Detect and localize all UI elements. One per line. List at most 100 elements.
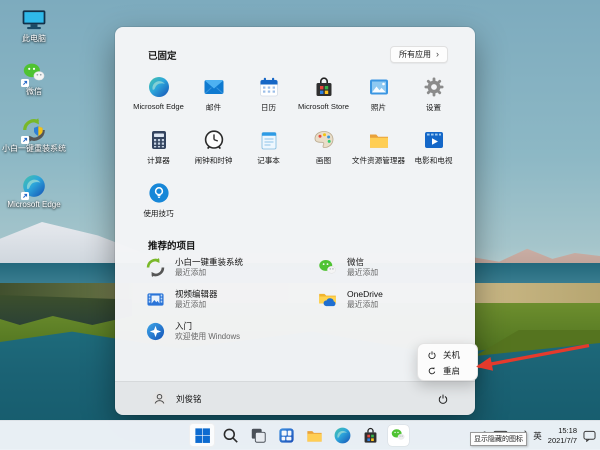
- pinned-app-calculator[interactable]: 计算器: [131, 125, 186, 173]
- desktop-icon-edge[interactable]: Microsoft Edge: [2, 173, 66, 209]
- windows-logo-icon: [194, 427, 210, 443]
- edge-icon: [147, 75, 171, 99]
- gear-icon: [422, 75, 446, 99]
- recommended-item-get-started[interactable]: 入门 欢迎使用 Windows: [145, 320, 317, 343]
- widgets-button[interactable]: [273, 423, 299, 447]
- pinned-app-file-explorer[interactable]: 文件资源管理器: [351, 125, 406, 173]
- pinned-app-alarms-clock[interactable]: 闹钟和时钟: [186, 125, 241, 173]
- pinned-app-photos[interactable]: 照片: [351, 72, 406, 120]
- microsoft-store-icon: [312, 75, 336, 99]
- recommended-item-video-editor[interactable]: 视频编辑器 最近添加: [145, 288, 317, 311]
- shortcut-arrow-badge: [21, 192, 29, 200]
- restart-icon: [428, 367, 436, 375]
- recommended-item-xiaobai[interactable]: 小白一键重装系统 最近添加: [145, 256, 317, 279]
- wechat-icon: [20, 60, 48, 87]
- recommended-item-name: 视频编辑器: [175, 289, 218, 300]
- edge-icon: [20, 173, 48, 200]
- photos-icon: [367, 75, 391, 99]
- pinned-app-label: Microsoft Store: [297, 102, 350, 111]
- tray-date: 2021/7/7: [547, 435, 577, 445]
- recommended-grid: 小白一键重装系统 最近添加 微信 最近添加 视频编辑器 最近添加 OneDriv…: [145, 256, 460, 343]
- pinned-app-movies-tv[interactable]: 电影和电视: [406, 125, 461, 173]
- recommended-item-sub: 最近添加: [347, 268, 379, 278]
- recommended-item-text: 入门 欢迎使用 Windows: [175, 321, 240, 342]
- pinned-app-notepad[interactable]: 记事本: [241, 125, 296, 173]
- notepad-icon: [257, 128, 281, 152]
- recommended-item-text: 微信 最近添加: [347, 257, 378, 278]
- recommended-item-name: 微信: [347, 257, 365, 268]
- pinned-app-label: 文件资源管理器: [351, 156, 406, 165]
- user-avatar-icon: [152, 391, 167, 406]
- pinned-app-calendar[interactable]: 日历: [241, 72, 296, 120]
- user-name: 刘俊铭: [176, 393, 202, 404]
- shortcut-arrow-badge: [21, 79, 29, 87]
- edge-icon: [334, 427, 350, 443]
- recommended-item-wechat[interactable]: 微信 最近添加: [317, 256, 460, 279]
- notification-center-icon[interactable]: [583, 430, 596, 442]
- pinned-app-settings[interactable]: 设置: [406, 72, 461, 120]
- recommended-section-header: 推荐的项目: [148, 241, 196, 252]
- power-icon: [438, 394, 447, 404]
- onedrive-folder-icon: [317, 289, 338, 310]
- desktop-icon-label: 此电脑: [22, 34, 46, 43]
- tips-bulb-icon: [147, 181, 171, 205]
- wechat-taskbar-button[interactable]: [385, 423, 411, 447]
- microsoft-store-icon: [364, 427, 376, 443]
- shortcut-arrow-badge: [21, 136, 29, 144]
- reinstall-system-icon: [145, 257, 166, 278]
- recommended-item-sub: 最近添加: [347, 300, 379, 310]
- all-apps-label: 所有应用: [399, 50, 431, 59]
- wechat-icon: [317, 257, 338, 278]
- all-apps-button[interactable]: 所有应用 ›: [390, 46, 448, 63]
- user-account-button[interactable]: 刘俊铭: [151, 382, 202, 415]
- power-button[interactable]: [432, 388, 453, 409]
- recommended-item-name: OneDrive: [347, 289, 383, 300]
- clock-icon: [202, 128, 226, 152]
- pinned-app-label: 设置: [425, 103, 442, 112]
- wechat-icon: [391, 429, 405, 440]
- ime-language-indicator[interactable]: 英: [533, 430, 542, 442]
- start-button[interactable]: [189, 423, 215, 447]
- pinned-section-header: 已固定: [148, 51, 177, 62]
- calculator-icon: [147, 128, 171, 152]
- restart-menu-item[interactable]: 重启: [418, 363, 477, 379]
- task-view-icon: [251, 428, 266, 443]
- get-started-icon: [145, 321, 166, 342]
- desktop-icon-xiaobai-reinstall[interactable]: 小白一键重装系统: [2, 117, 66, 153]
- pinned-app-mail[interactable]: 邮件: [186, 72, 241, 120]
- store-taskbar-button[interactable]: [357, 423, 383, 447]
- desktop-icon-label: 微信: [26, 87, 42, 96]
- recommended-item-sub: 最近添加: [175, 268, 207, 278]
- task-view-button[interactable]: [245, 423, 271, 447]
- pinned-app-edge[interactable]: Microsoft Edge: [131, 72, 186, 120]
- widgets-icon: [278, 427, 294, 443]
- search-button[interactable]: [217, 423, 243, 447]
- tray-time: 15:18: [558, 425, 577, 435]
- mail-icon: [202, 75, 226, 99]
- recommended-item-name: 入门: [175, 321, 193, 332]
- pinned-app-tips[interactable]: 使用技巧: [131, 178, 186, 226]
- file-explorer-button[interactable]: [301, 423, 327, 447]
- power-flyout: 关机 重启: [417, 343, 478, 381]
- recommended-item-text: 视频编辑器 最近添加: [175, 289, 218, 310]
- desktop-icon-wechat[interactable]: 微信: [2, 60, 66, 96]
- pinned-app-label: 照片: [370, 103, 387, 112]
- recommended-item-onedrive[interactable]: OneDrive 最近添加: [317, 288, 460, 311]
- pinned-app-store[interactable]: Microsoft Store: [296, 72, 351, 120]
- taskbar-center-icons: [189, 423, 411, 447]
- restart-label: 重启: [443, 366, 461, 376]
- pinned-app-label: 画图: [315, 156, 332, 165]
- video-editor-icon: [145, 289, 166, 310]
- pinned-app-label: 电影和电视: [414, 156, 453, 165]
- shutdown-menu-item[interactable]: 关机: [418, 347, 477, 363]
- desktop-icon-label: 小白一键重装系统: [2, 144, 66, 153]
- pinned-apps-grid: Microsoft Edge 邮件 日历 Microsoft Store 照片 …: [131, 72, 461, 226]
- pinned-app-label: 邮件: [205, 103, 222, 112]
- desktop-icon-this-pc[interactable]: 此电脑: [2, 7, 66, 43]
- pinned-app-paint[interactable]: 画图: [296, 125, 351, 173]
- clock-date-display[interactable]: 15:18 2021/7/7: [548, 426, 577, 446]
- folder-icon: [367, 128, 391, 152]
- edge-taskbar-button[interactable]: [329, 423, 355, 447]
- movies-tv-icon: [422, 128, 446, 152]
- pinned-app-label: 使用技巧: [143, 209, 174, 218]
